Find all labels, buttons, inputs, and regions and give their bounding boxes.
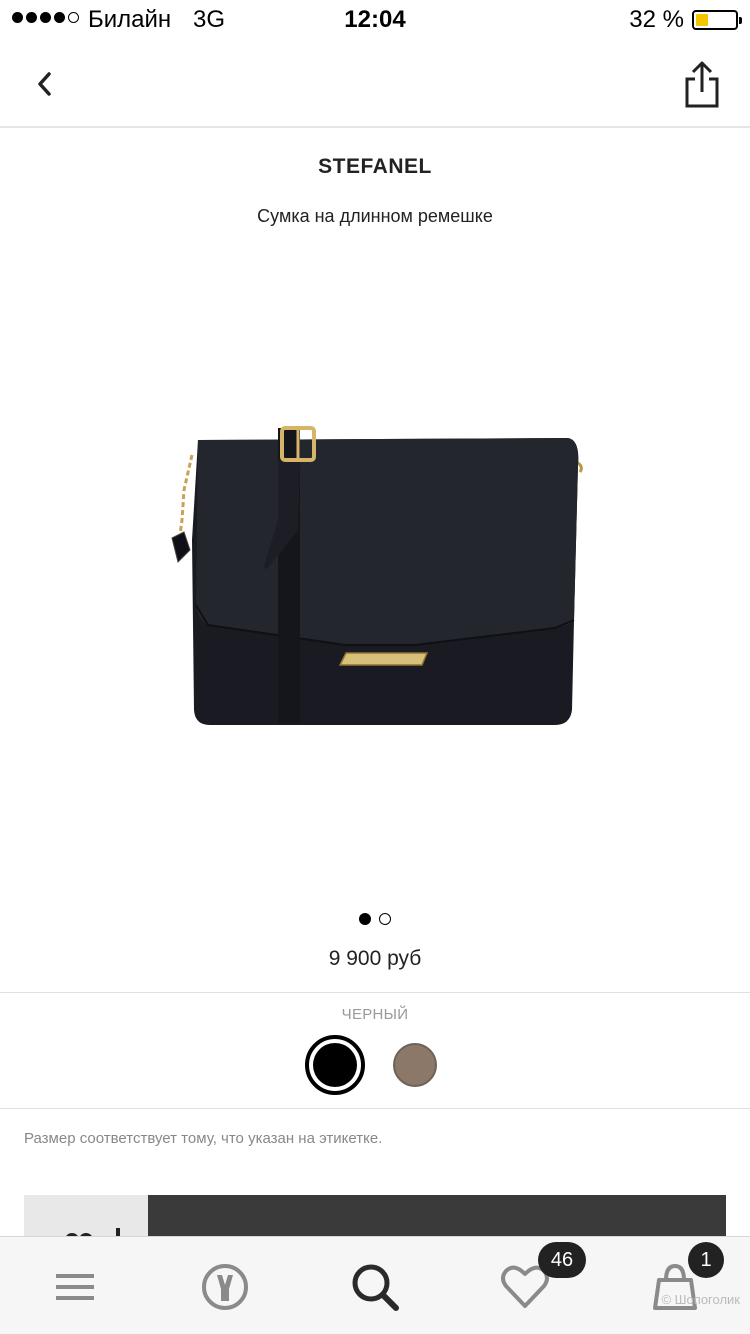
back-button[interactable]: [24, 62, 64, 106]
product-name: Сумка на длинном ремешке: [257, 206, 493, 226]
tab-bar: [0, 1236, 750, 1334]
wishlist-count-badge: 46: [538, 1242, 586, 1278]
selected-color-label: ЧЕРНЫЙ: [341, 1006, 409, 1023]
chevron-left-icon: [38, 72, 51, 96]
search-icon: [352, 1264, 399, 1311]
color-swatch[interactable]: [393, 1043, 437, 1087]
status-bar: Билайн 3G 12:04 32 %: [0, 0, 750, 40]
color-swatch-selected[interactable]: [305, 1035, 365, 1095]
divider: [0, 1108, 750, 1109]
share-icon: [685, 61, 719, 108]
size-note: Размер соответствует тому, что указан на…: [24, 1130, 383, 1147]
brands-icon: [202, 1264, 248, 1310]
color-swatch-fill: [313, 1043, 357, 1087]
tab-brands[interactable]: [195, 1261, 255, 1313]
tab-menu[interactable]: [45, 1261, 105, 1313]
promo-banner[interactable]: [148, 1195, 726, 1240]
cart-count-badge: 1: [688, 1242, 724, 1278]
product-image[interactable]: [160, 420, 590, 740]
share-button[interactable]: [678, 60, 726, 110]
watermark: © Шопоголик: [661, 1292, 740, 1307]
pager-dot[interactable]: [379, 913, 391, 925]
battery-icon: [692, 10, 742, 30]
tab-search[interactable]: [345, 1261, 405, 1313]
image-pager[interactable]: [0, 913, 750, 925]
product-brand[interactable]: STEFANEL: [0, 155, 750, 179]
navigation-bar: [0, 40, 750, 128]
battery-percent: 32 %: [629, 6, 684, 33]
pager-dot[interactable]: [359, 913, 371, 925]
menu-icon: [56, 1274, 94, 1300]
divider: [0, 992, 750, 993]
product-price: 9 900 руб: [328, 947, 422, 970]
